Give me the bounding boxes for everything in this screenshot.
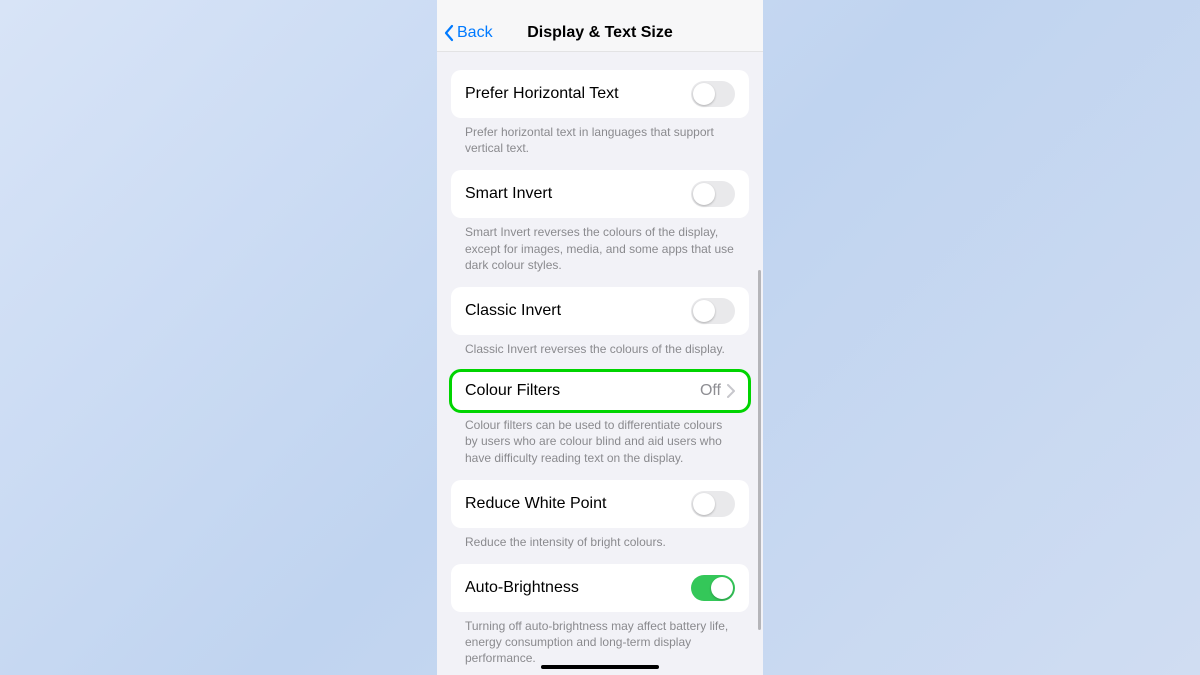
row-label: Prefer Horizontal Text xyxy=(465,85,619,103)
toggle-prefer-horizontal[interactable] xyxy=(691,81,735,107)
desc-smart-invert: Smart Invert reverses the colours of the… xyxy=(437,218,763,273)
phone-frame: Back Display & Text Size Prefer Horizont… xyxy=(437,0,763,675)
section-reduce-white-point: Reduce White Point Reduce the intensity … xyxy=(437,480,763,550)
row-value: Off xyxy=(700,382,721,400)
status-bar xyxy=(437,0,763,14)
home-indicator xyxy=(541,665,659,669)
section-auto-brightness: Auto-Brightness Turning off auto-brightn… xyxy=(437,564,763,667)
settings-content: Prefer Horizontal Text Prefer horizontal… xyxy=(437,52,763,675)
section-colour-filters: Colour Filters Off Colour filters can be… xyxy=(437,371,763,466)
row-auto-brightness[interactable]: Auto-Brightness xyxy=(451,564,749,612)
row-label: Smart Invert xyxy=(465,185,552,203)
row-label: Colour Filters xyxy=(465,382,560,400)
nav-bar: Back Display & Text Size xyxy=(437,14,763,52)
section-prefer-horizontal: Prefer Horizontal Text Prefer horizontal… xyxy=(437,70,763,156)
back-button[interactable]: Back xyxy=(437,24,493,42)
toggle-classic-invert[interactable] xyxy=(691,298,735,324)
row-right: Off xyxy=(700,382,735,400)
toggle-auto-brightness[interactable] xyxy=(691,575,735,601)
row-label: Auto-Brightness xyxy=(465,579,579,597)
row-colour-filters[interactable]: Colour Filters Off xyxy=(451,371,749,411)
toggle-smart-invert[interactable] xyxy=(691,181,735,207)
row-prefer-horizontal-text[interactable]: Prefer Horizontal Text xyxy=(451,70,749,118)
chevron-right-icon xyxy=(727,384,735,398)
row-smart-invert[interactable]: Smart Invert xyxy=(451,170,749,218)
chevron-left-icon xyxy=(443,24,455,42)
section-classic-invert: Classic Invert Classic Invert reverses t… xyxy=(437,287,763,357)
back-label: Back xyxy=(457,24,493,42)
row-label: Reduce White Point xyxy=(465,495,606,513)
section-smart-invert: Smart Invert Smart Invert reverses the c… xyxy=(437,170,763,273)
scroll-indicator xyxy=(758,270,761,630)
row-reduce-white-point[interactable]: Reduce White Point xyxy=(451,480,749,528)
toggle-reduce-white-point[interactable] xyxy=(691,491,735,517)
desc-colour-filters: Colour filters can be used to differenti… xyxy=(437,411,763,466)
row-label: Classic Invert xyxy=(465,302,561,320)
desc-classic-invert: Classic Invert reverses the colours of t… xyxy=(437,335,763,357)
desc-prefer-horizontal: Prefer horizontal text in languages that… xyxy=(437,118,763,156)
desc-auto-brightness: Turning off auto-brightness may affect b… xyxy=(437,612,763,667)
desc-reduce-white-point: Reduce the intensity of bright colours. xyxy=(437,528,763,550)
row-classic-invert[interactable]: Classic Invert xyxy=(451,287,749,335)
